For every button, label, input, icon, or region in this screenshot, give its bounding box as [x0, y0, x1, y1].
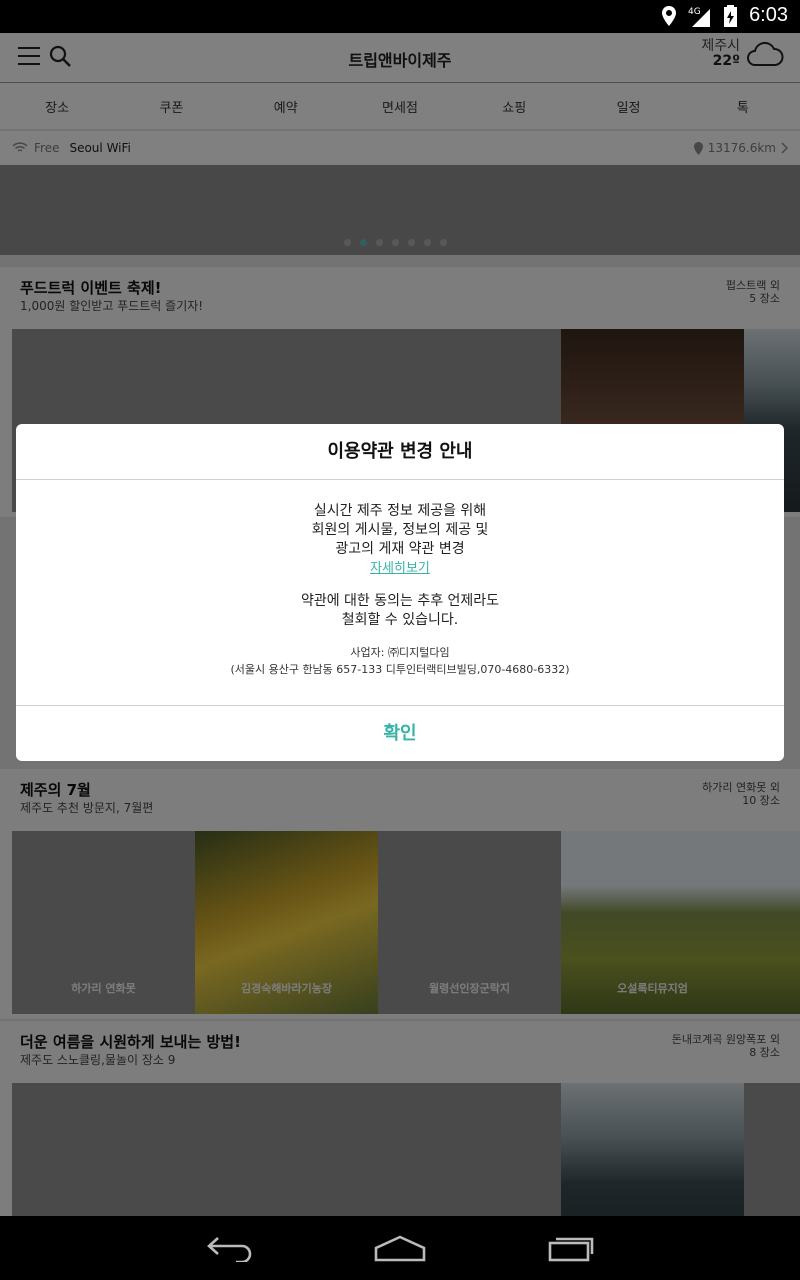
recent-apps-icon[interactable]	[548, 1234, 596, 1262]
back-icon[interactable]	[206, 1234, 254, 1262]
dialog-footer: 확인	[16, 705, 784, 761]
dialog-title: 이용약관 변경 안내	[16, 424, 784, 480]
terms-dialog: 이용약관 변경 안내 실시간 제주 정보 제공을 위해 회원의 게시물, 정보의…	[16, 424, 784, 761]
location-icon	[662, 5, 677, 26]
dialog-text-line: 광고의 게재 약관 변경	[335, 541, 465, 557]
dialog-text-line: 철회할 수 있습니다.	[341, 612, 459, 628]
dialog-text-line: 약관에 대한 동의는 추후 언제라도	[300, 593, 500, 609]
signal-icon: 4G	[688, 7, 711, 27]
confirm-button[interactable]: 확인	[383, 723, 416, 744]
clock: 6:03	[749, 4, 788, 26]
svg-text:4G: 4G	[688, 7, 701, 17]
dialog-body: 실시간 제주 정보 제공을 위해 회원의 게시물, 정보의 제공 및 광고의 게…	[16, 480, 784, 678]
home-icon[interactable]	[374, 1234, 426, 1262]
dialog-text-line: 회원의 게시물, 정보의 제공 및	[311, 522, 489, 538]
battery-icon	[724, 4, 738, 27]
status-bar: 4G 6:03	[0, 0, 800, 33]
company-info: 사업자: ㈜디지털다임	[350, 646, 450, 659]
system-nav-bar	[0, 1216, 800, 1280]
company-address: (서울시 용산구 한남동 657-133 디투인터랙티브빌딩,070-4680-…	[230, 663, 570, 676]
details-link[interactable]: 자세히보기	[16, 559, 784, 578]
dialog-text-line: 실시간 제주 정보 제공을 위해	[313, 503, 487, 519]
